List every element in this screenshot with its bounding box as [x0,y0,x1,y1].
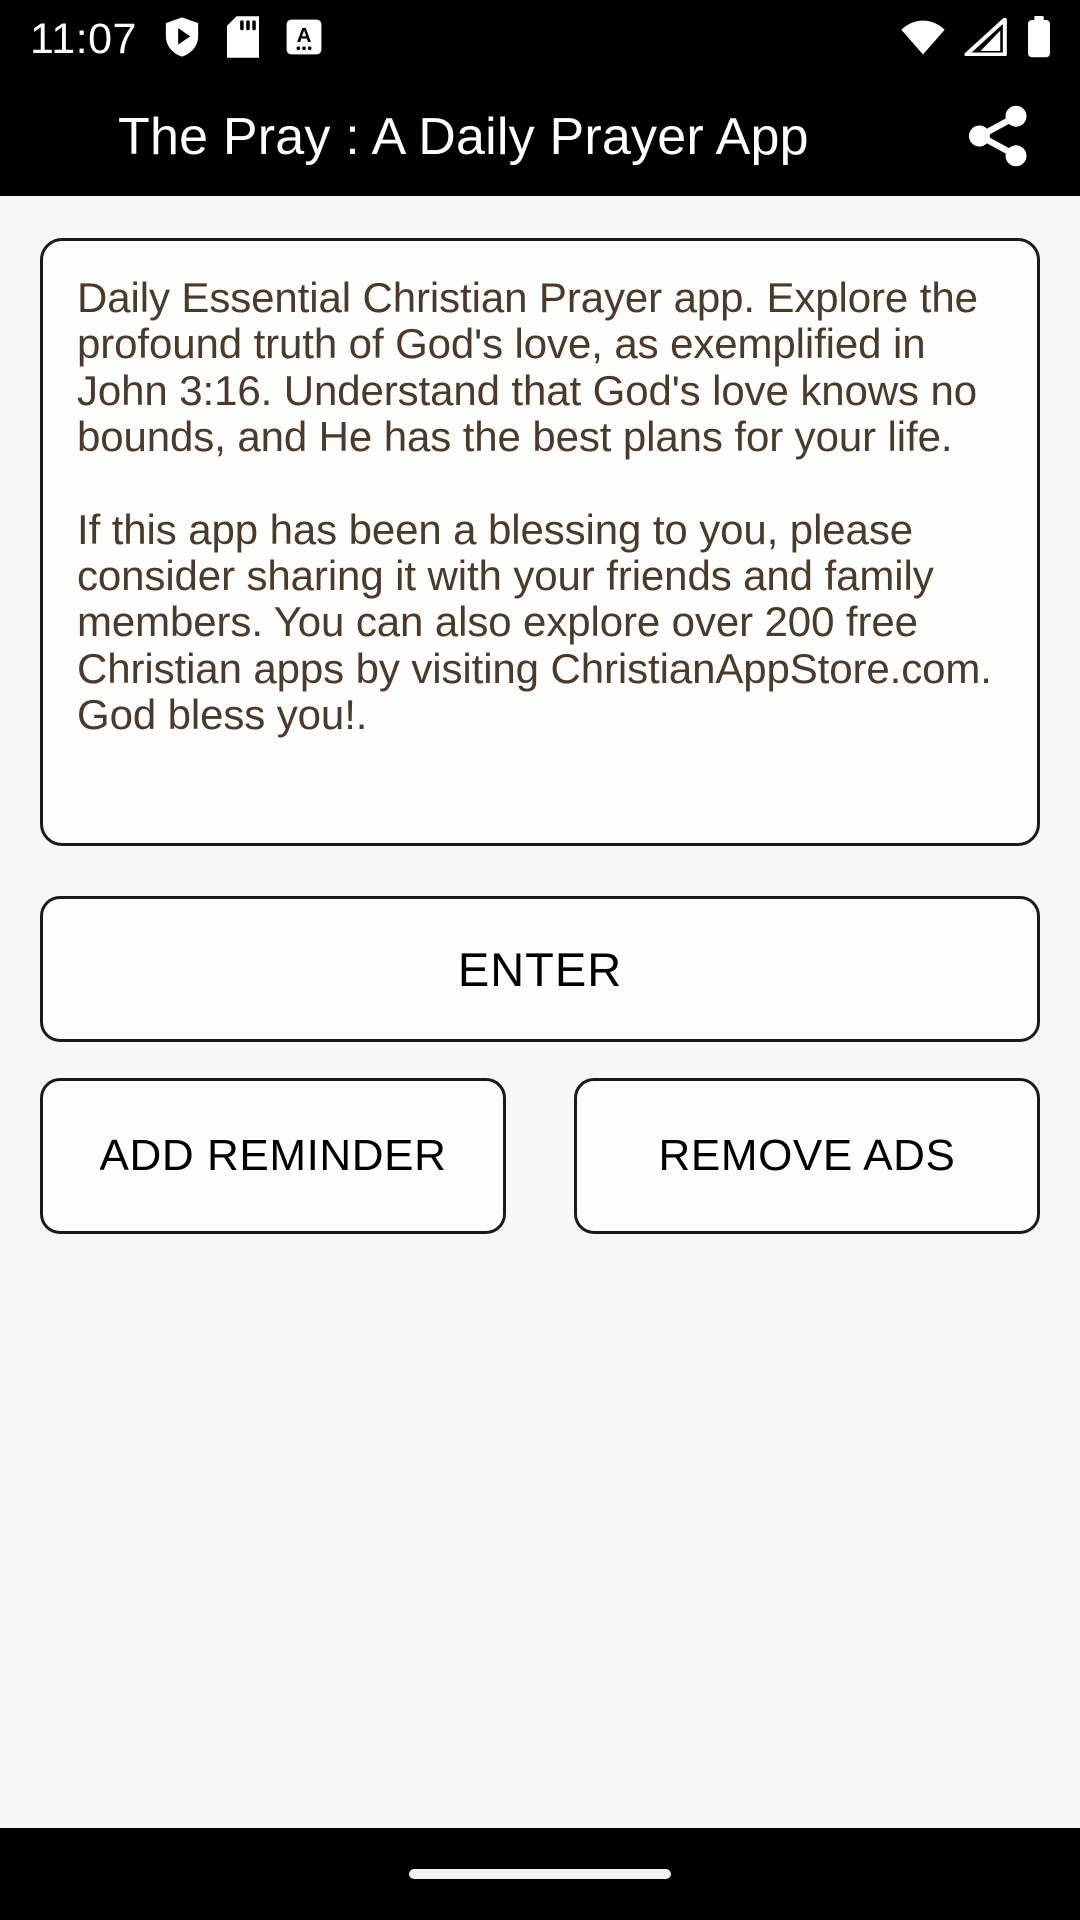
keyboard-language-icon: A [285,17,323,62]
page-title: The Pray : A Daily Prayer App [118,108,809,166]
wifi-icon [900,18,946,61]
app-description-card: Daily Essential Christian Prayer app. Ex… [40,238,1040,846]
enter-button[interactable]: ENTER [40,896,1040,1042]
secondary-button-row: ADD REMINDER REMOVE ADS [40,1078,1040,1234]
share-icon [962,100,1034,175]
description-paragraph-1: Daily Essential Christian Prayer app. Ex… [77,274,990,461]
phone-screen: 11:07 A The Pray : A Daily Prayer App Da… [0,0,1080,1920]
cellular-signal-icon [964,17,1008,61]
status-bar-left: 11:07 A [30,14,323,63]
status-bar-right [900,15,1052,63]
status-bar: 11:07 A [0,0,1080,78]
home-gesture-pill[interactable] [409,1869,671,1879]
svg-text:A: A [296,23,311,46]
play-protect-icon [163,16,201,63]
add-reminder-button[interactable]: ADD REMINDER [40,1078,506,1234]
battery-full-icon [1026,15,1052,63]
app-bar: The Pray : A Daily Prayer App [0,78,1080,196]
remove-ads-button[interactable]: REMOVE ADS [574,1078,1040,1234]
sd-card-icon [226,15,259,63]
status-bar-clock: 11:07 [30,14,137,63]
app-bar-actions [950,89,1046,185]
main-content: Daily Essential Christian Prayer app. Ex… [0,196,1080,1828]
description-paragraph-2: If this app has been a blessing to you, … [77,505,1004,739]
navigation-bar [0,1828,1080,1920]
share-button[interactable] [950,89,1046,185]
